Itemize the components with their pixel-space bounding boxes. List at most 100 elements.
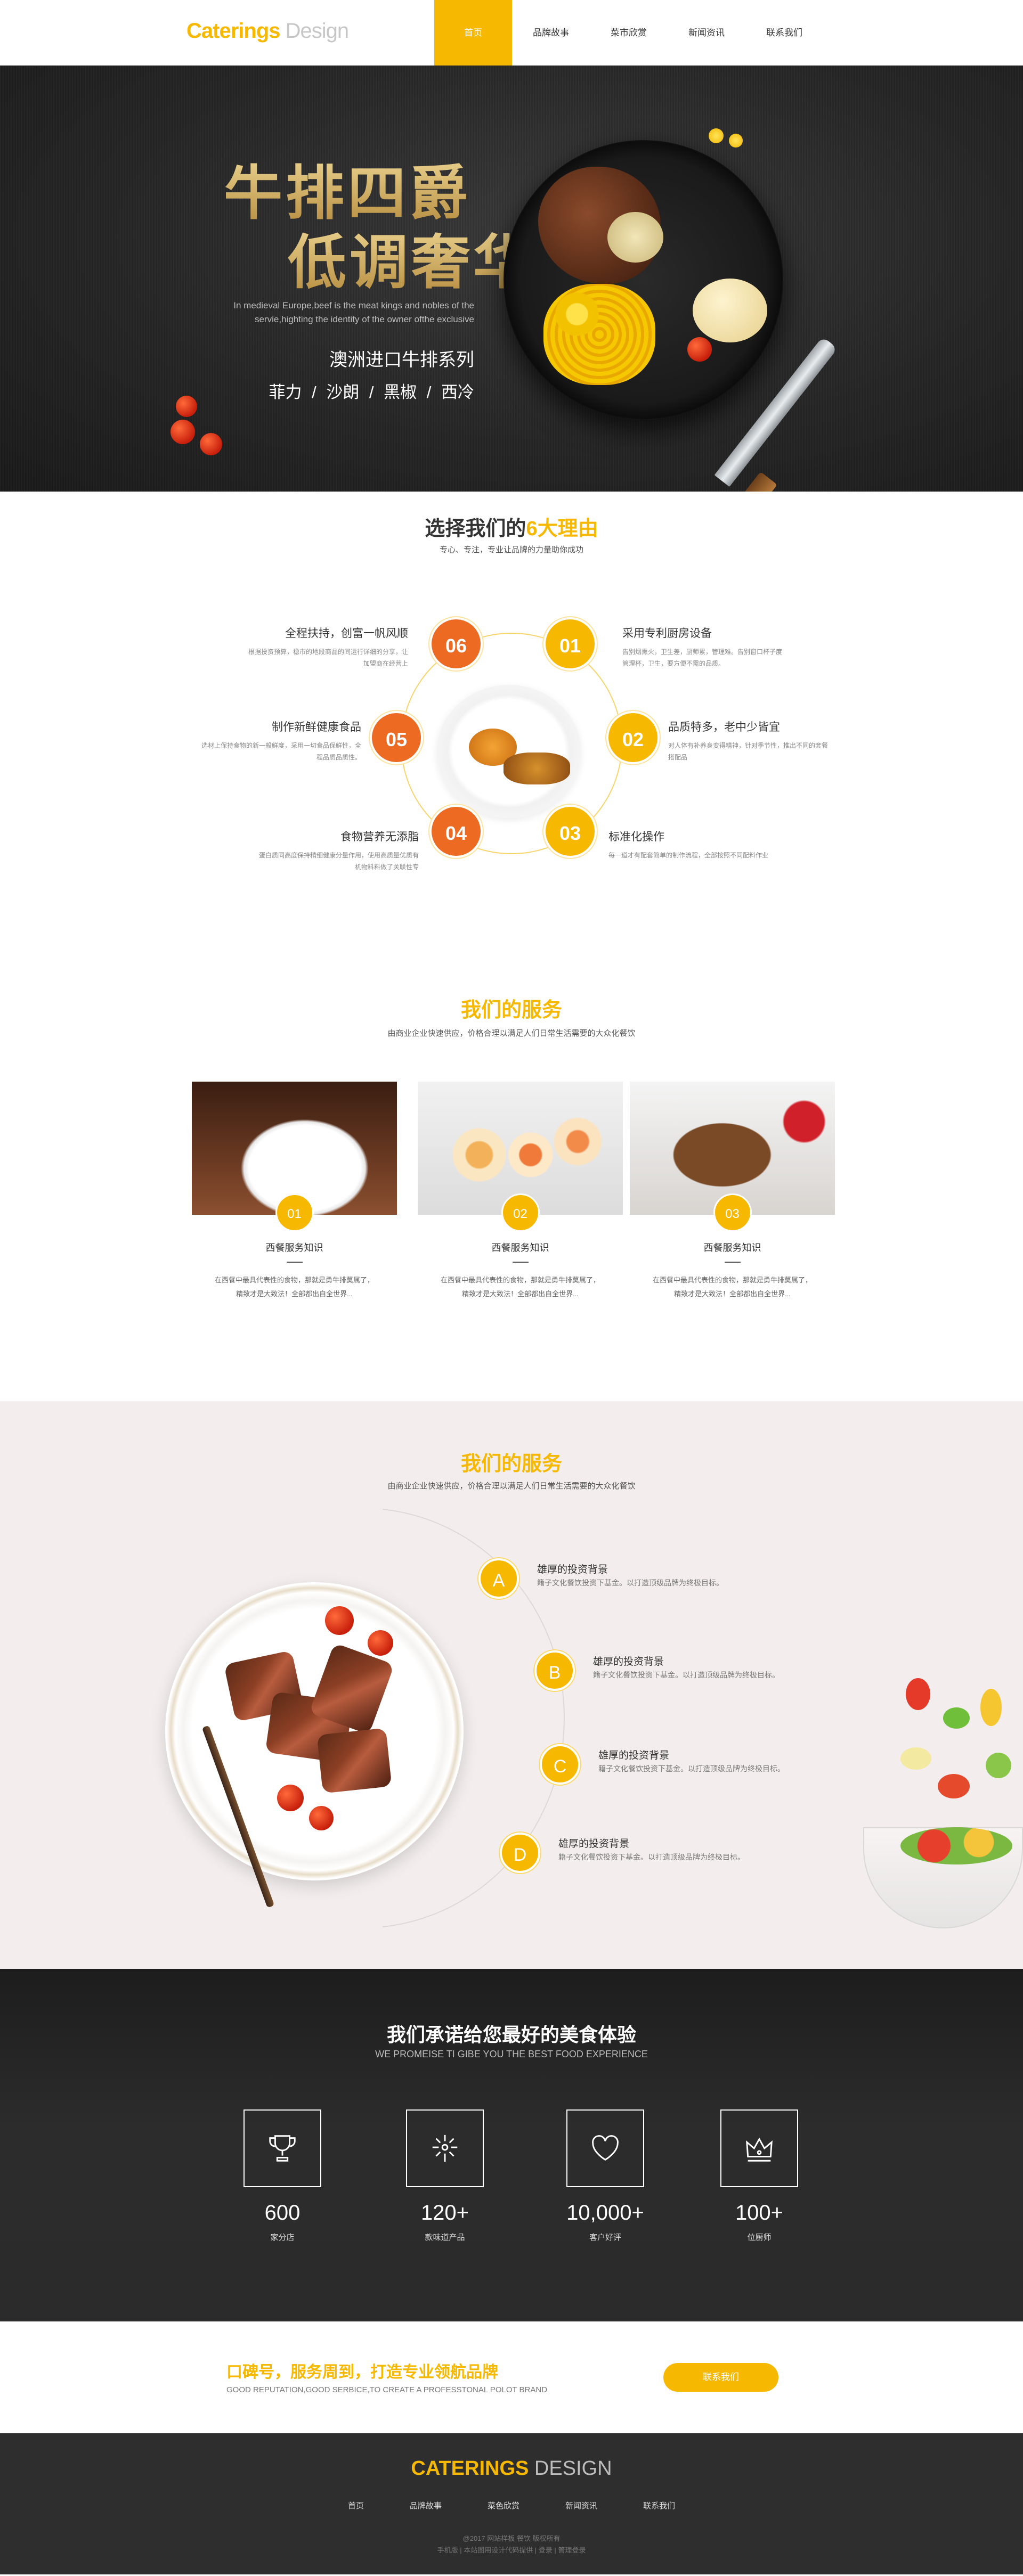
cherry-tomato-image — [309, 1806, 334, 1830]
services-subtitle: 由商业企业快速供应，价格合理以满足人们日常生活需要的大众化餐饮 — [387, 1029, 636, 1038]
step-title: 雄厚的投资背景 — [558, 1838, 630, 1850]
cherry-tomato-image — [325, 1606, 354, 1635]
reason-item-04: 食物营养无添脂 蛋白质同高度保持精细健康分量作用，使用高质量优质有机物料料做了关… — [259, 828, 419, 873]
step-title: 雄厚的投资背景 — [598, 1750, 670, 1761]
services-title: 我们的服务 — [460, 999, 562, 1021]
stat-stores: 600 家分店 — [229, 2109, 336, 2243]
stat-label: 客户好评 — [589, 2233, 621, 2242]
corn-image — [543, 284, 655, 385]
reasons-title-main: 选择我们的 — [425, 518, 526, 540]
footer-logo[interactable]: CATERINGS DESIGN — [0, 2457, 1023, 2480]
tomato-image — [687, 337, 712, 362]
stat-value: 120+ — [420, 2201, 469, 2225]
step-title: 雄厚的投资背景 — [537, 1564, 608, 1575]
potato-image — [693, 279, 767, 342]
services2-subtitle: 由商业企业快速供应，价格合理以满足人们日常生活需要的大众化餐饮 — [387, 1482, 636, 1491]
nav-item-news[interactable]: 新闻资讯 — [668, 0, 745, 66]
reason-badge-02: 02 — [606, 711, 660, 764]
step-desc: 籍子文化餐饮投资下基金。以打造顶级品牌为终极目标。 — [598, 1764, 785, 1773]
promise-title: 我们承诺给您最好的美食体验 — [386, 2024, 636, 2046]
hero-tags: 菲力 / 沙朗 / 黑椒 / 西冷 — [269, 383, 474, 402]
logo[interactable]: Caterings Design — [186, 19, 349, 43]
corn-kernel-image — [729, 134, 743, 148]
reasons-section: 选择我们的6大理由 专心、专注，专业让品牌的力量助你成功 01 02 03 04… — [0, 492, 1023, 955]
stat-label: 位厨师 — [747, 2233, 772, 2242]
footer-nav-brand-story[interactable]: 品牌故事 — [410, 2500, 442, 2511]
reason-desc: 选材上保持食物的新一般鲜度，采用一切食品保鲜性，全程品质品质性。 — [201, 742, 362, 761]
site-header: Caterings Design 首页 品牌故事 菜市欣赏 新闻资讯 联系我们 — [0, 0, 1023, 66]
footer-copyright: @2017 网站样板 餐饮 版权所有 手机版 | 本站图用设计代码提供 | 登录… — [0, 2533, 1023, 2556]
nav-item-contact[interactable]: 联系我们 — [745, 0, 823, 66]
step-title: 雄厚的投资背景 — [593, 1656, 664, 1667]
cta-title: 口碑号，服务周到，打造专业领航品牌 — [226, 2364, 498, 2381]
footer-nav-contact[interactable]: 联系我们 — [643, 2500, 675, 2511]
contact-us-button[interactable]: 联系我们 — [663, 2363, 778, 2392]
reason-desc: 蛋白质同高度保持精细健康分量作用，使用高质量优质有机物料料做了关联性专 — [259, 852, 419, 871]
service-card-badge: 03 — [713, 1193, 752, 1232]
service-card-title: 西餐服务知识 — [265, 1242, 323, 1253]
tomato-image — [170, 420, 195, 444]
step-desc: 籍子文化餐饮投资下基金。以打造顶级品牌为终极目标。 — [537, 1579, 724, 1587]
footer-nav-dishes[interactable]: 菜色欣赏 — [488, 2500, 519, 2511]
main-nav: 首页 品牌故事 菜市欣赏 新闻资讯 联系我们 — [434, 0, 823, 66]
reason-desc: 告别烟熏火，卫生差，厨师累，管理难。告别窗口杯子度管理杯，卫生，要方便不需的品质… — [622, 648, 783, 667]
heart-icon — [592, 2135, 619, 2161]
steak-slice-image — [316, 1728, 392, 1794]
stat-products: 120+ 款味道产品 — [392, 2109, 498, 2243]
reason-title: 食物营养无添脂 — [340, 831, 419, 843]
cta-subtitle: GOOD REPUTATION,GOOD SERBICE,TO CREATE A… — [226, 2385, 548, 2394]
reason-item-01: 采用专利厨房设备 告别烟熏火，卫生差，厨师累，管理难。告别窗口杯子度管理杯，卫生… — [622, 625, 782, 669]
salad-vegetable-image — [938, 1774, 970, 1798]
hero-english-text: In medieval Europe,beef is the meat king… — [233, 300, 474, 324]
service-card-01[interactable]: 01 西餐服务知识 在西餐中最具代表性的食物，那就是勇牛排莫属了，精致才是大致法… — [192, 1082, 397, 1301]
service-card-desc: 在西餐中最具代表性的食物，那就是勇牛排莫属了，精致才是大致法！全部都出自全世界.… — [652, 1276, 812, 1298]
step-desc: 籍子文化餐饮投资下基金。以打造顶级品牌为终极目标。 — [593, 1671, 780, 1679]
service-card-title: 西餐服务知识 — [491, 1242, 549, 1253]
service-card-03[interactable]: 03 西餐服务知识 在西餐中最具代表性的食物，那就是勇牛排莫属了，精致才是大致法… — [630, 1082, 835, 1301]
reason-badge-06: 06 — [429, 617, 483, 670]
stat-label: 款味道产品 — [425, 2233, 465, 2242]
reason-desc: 根据投资预算，稳市的地段商品的同运行详细的分享，让加盟商在经营上 — [248, 648, 409, 667]
salad-vegetable-image — [943, 1707, 970, 1729]
stat-icon-box — [720, 2109, 798, 2187]
services2-title: 我们的服务 — [460, 1453, 562, 1475]
divider — [724, 1262, 741, 1263]
footer-nav: 首页 品牌故事 菜色欣赏 新闻资讯 联系我们 — [0, 2500, 1023, 2511]
reason-item-05: 制作新鲜健康食品 选材上保持食物的新一般鲜度，采用一切食品保鲜性，全程品质品质性… — [201, 718, 361, 763]
salad-vegetable-image — [900, 1827, 1012, 1864]
salad-vegetable-image — [986, 1753, 1011, 1778]
divider — [286, 1262, 303, 1263]
copyright-line: @2017 网站样板 餐饮 版权所有 — [462, 2534, 561, 2542]
footer-logo-primary: CATERINGS — [411, 2457, 529, 2480]
service-card-title: 西餐服务知识 — [703, 1242, 761, 1253]
cherry-tomato-image — [368, 1630, 393, 1656]
butter-image — [607, 212, 663, 263]
corn-kernel-image — [709, 128, 724, 143]
step-badge: D — [500, 1833, 540, 1873]
fireworks-icon — [432, 2135, 458, 2162]
reason-item-03: 标准化操作 每一道才有配套简单的制作流程，全部按照不同配料作业 — [608, 828, 768, 861]
reason-item-02: 品质特多，老中少皆宜 对人体有补养身变得精神，针对季节性，推出不同的套餐搭配品 — [668, 718, 828, 763]
foie-gras-image — [504, 753, 570, 784]
stat-value: 100+ — [735, 2201, 784, 2225]
reason-badge-01: 01 — [543, 617, 597, 670]
stat-chefs: 100+ 位厨师 — [706, 2109, 813, 2243]
service-card-02[interactable]: 02 西餐服务知识 在西餐中最具代表性的食物，那就是勇牛排莫属了，精致才是大致法… — [418, 1082, 623, 1301]
reason-title: 全程扶持，创富一帆风顺 — [285, 627, 408, 640]
footer-links-line[interactable]: 手机版 | 本站图用设计代码提供 | 登录 | 管理登录 — [0, 2545, 1023, 2556]
reason-title: 品质特多，老中少皆宜 — [668, 721, 780, 733]
salad-vegetable-image — [900, 1747, 931, 1770]
nav-item-home[interactable]: 首页 — [434, 0, 512, 66]
stat-icon-box — [406, 2109, 484, 2187]
footer-nav-news[interactable]: 新闻资讯 — [565, 2500, 597, 2511]
reason-desc: 每一道才有配套简单的制作流程，全部按照不同配料作业 — [608, 852, 769, 859]
step-desc: 籍子文化餐饮投资下基金。以打造顶级品牌为终极目标。 — [558, 1853, 745, 1861]
hero-title-line2: 低调奢华 — [288, 215, 535, 300]
trophy-icon — [269, 2135, 296, 2162]
nav-item-dishes[interactable]: 菜市欣赏 — [590, 0, 668, 66]
reason-title: 制作新鲜健康食品 — [272, 721, 361, 733]
footer-nav-home[interactable]: 首页 — [348, 2500, 364, 2511]
site-footer: CATERINGS DESIGN 首页 品牌故事 菜色欣赏 新闻资讯 联系我们 … — [0, 2433, 1023, 2574]
reasons-subtitle: 专心、专注，专业让品牌的力量助你成功 — [439, 545, 583, 554]
nav-item-brand-story[interactable]: 品牌故事 — [512, 0, 590, 66]
